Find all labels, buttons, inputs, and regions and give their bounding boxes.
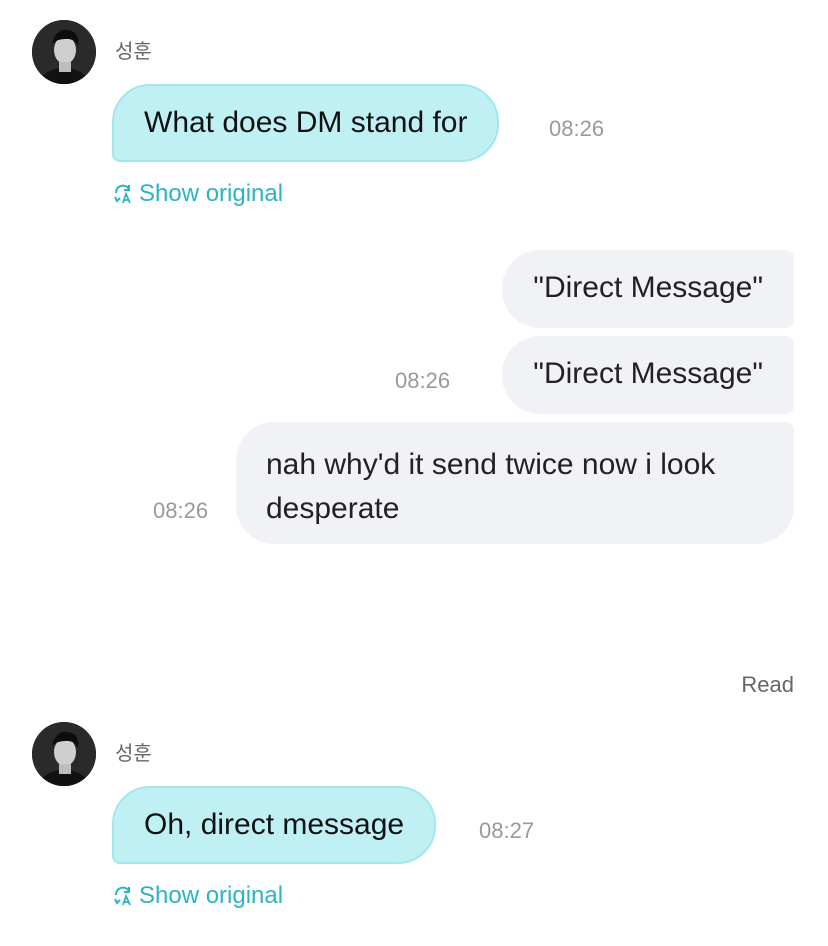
show-original-link[interactable]: Show original — [112, 882, 283, 910]
show-original-link[interactable]: Show original — [112, 180, 283, 208]
avatar-photo-icon — [32, 722, 96, 786]
message-time: 08:27 — [479, 818, 535, 843]
message-text: "Direct Message" — [533, 271, 763, 304]
avatar-photo-icon — [32, 20, 96, 84]
sender-name: 성훈 — [115, 41, 152, 63]
message-text: "Direct Message" — [533, 357, 763, 390]
translate-refresh-icon — [114, 184, 131, 204]
avatar[interactable] — [32, 722, 96, 786]
incoming-message-bubble[interactable]: Oh, direct message — [112, 786, 437, 864]
message-time: 08:26 — [395, 368, 451, 393]
show-original-label: Show original — [139, 882, 284, 909]
incoming-message-bubble[interactable]: What does DM stand for — [112, 84, 500, 162]
outgoing-message-bubble[interactable]: nah why'd it send twice now i look despe… — [236, 422, 794, 544]
sender-name: 성훈 — [115, 743, 152, 765]
outgoing-message-bubble[interactable]: "Direct Message" — [502, 336, 794, 414]
avatar[interactable] — [32, 20, 96, 84]
show-original-label: Show original — [139, 180, 284, 207]
message-text: Oh, direct message — [144, 808, 405, 841]
message-text: nah why'd it send twice now i look despe… — [266, 448, 716, 525]
translate-refresh-icon — [114, 886, 131, 906]
message-text: What does DM stand for — [144, 106, 468, 139]
message-time: 08:26 — [153, 498, 209, 523]
message-time: 08:26 — [549, 116, 605, 141]
read-status: Read — [741, 672, 794, 697]
chat-thread: 성훈 What does DM stand for 08:26 Show ori… — [0, 0, 828, 946]
outgoing-message-bubble[interactable]: "Direct Message" — [502, 250, 794, 328]
